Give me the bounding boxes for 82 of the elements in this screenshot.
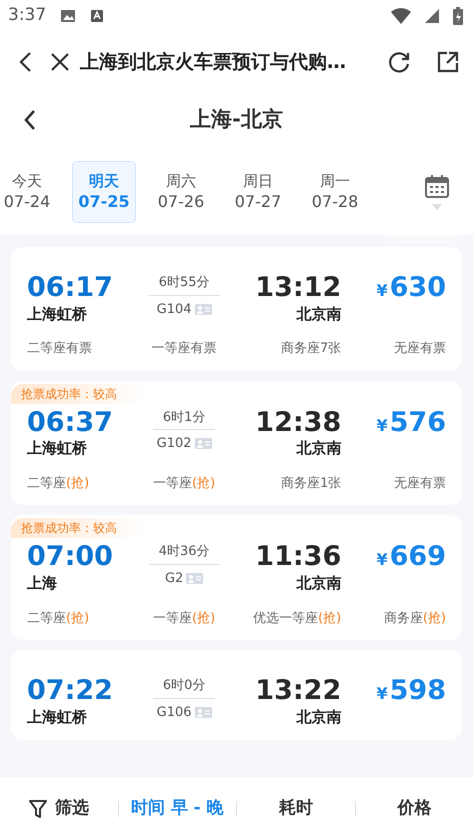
departure-time: 06:17 (27, 273, 114, 303)
date-tab[interactable]: 周一 07-28 (303, 160, 367, 222)
train-number: G106 (156, 704, 192, 722)
arrival-station: 北京南 (295, 706, 342, 728)
back-icon (24, 109, 36, 131)
refresh-icon (387, 50, 411, 74)
seat-availability: 一等座(抢) (153, 474, 216, 493)
departure-time: 07:00 (27, 542, 114, 572)
departure-time: 06:37 (27, 408, 114, 438)
refresh-button[interactable] (387, 50, 411, 74)
departure-station: 上海虹桥 (27, 438, 88, 460)
battery-icon (453, 7, 463, 25)
ticket-price: 630 (390, 273, 446, 303)
train-number: G104 (156, 300, 192, 318)
id-card-icon (194, 438, 212, 450)
caret-icon (432, 204, 442, 210)
seat-availability: 优选一等座(抢) (253, 610, 342, 628)
share-button[interactable] (437, 51, 459, 73)
train-number: G2 (164, 570, 184, 588)
back-button[interactable] (18, 51, 32, 73)
ticket-price: 576 (390, 408, 446, 438)
back-icon (18, 51, 32, 73)
arrival-station: 北京南 (295, 573, 342, 594)
train-card[interactable]: 07:22 上海虹桥 6时0分 G106 13:22 北京南 ¥598 (11, 650, 462, 740)
duration: 6时55分 (148, 273, 220, 296)
sort-tab[interactable]: 价格 (356, 794, 473, 822)
close-button[interactable] (50, 52, 70, 72)
arrival-station: 北京南 (295, 304, 342, 325)
arrival-time: 12:38 (255, 408, 342, 438)
seat-availability: 无座有票 (394, 474, 446, 493)
duration: 4时36分 (148, 542, 220, 565)
seat-availability: 二等座(抢) (27, 474, 90, 493)
currency-symbol: ¥ (376, 549, 388, 572)
duration: 6时1分 (152, 408, 216, 430)
image-icon (60, 8, 76, 24)
external-link-icon (437, 51, 459, 73)
seat-availability: 一等座有票 (152, 340, 217, 358)
ticket-price: 598 (390, 676, 446, 706)
departure-station: 上海虹桥 (27, 304, 88, 325)
wifi-icon (391, 8, 411, 24)
id-card-icon (194, 304, 212, 315)
clock-time: 3:37 (8, 4, 46, 28)
ticket-price: 669 (390, 542, 446, 572)
seat-availability: 商务座(抢) (384, 610, 446, 628)
date-tab[interactable]: 周日 07-27 (226, 160, 290, 222)
route-title: 上海-北京 (189, 106, 284, 134)
date-tab[interactable]: 今天 07-24 (2, 160, 52, 222)
departure-station: 上海虹桥 (27, 706, 88, 728)
seat-availability: 商务座7张 (280, 340, 342, 358)
train-card[interactable]: 抢票成功率：较高 06:37 上海虹桥 6时1分 G102 12:38 北京南 ¥576 二等座(抢) 一等座(抢) 商务座1张 无座有票 (11, 380, 462, 506)
train-card[interactable]: 抢票成功率：较高 07:00 上海 4时36分 G2 11:36 北京南 ¥669 二等座(抢) 一等座(抢) 优选一等座(抢) 商务座(抢) (11, 515, 462, 640)
seat-availability: 无座有票 (394, 340, 446, 358)
arrival-time: 11:36 (255, 542, 342, 572)
filter-button[interactable]: 筛选 (0, 794, 118, 822)
sort-tab[interactable]: 时间 早 - 晚 (118, 794, 236, 822)
seat-availability: 二等座有票 (27, 340, 92, 358)
calendar-button[interactable] (425, 174, 449, 198)
back-button[interactable] (24, 109, 36, 131)
departure-time: 07:22 (27, 676, 114, 706)
currency-symbol: ¥ (376, 280, 388, 302)
seat-availability: 一等座(抢) (153, 610, 216, 628)
id-card-icon (186, 573, 204, 584)
seat-availability: 商务座1张 (280, 474, 342, 493)
duration: 6时0分 (152, 676, 216, 699)
arrival-time: 13:12 (255, 273, 342, 303)
keyboard-icon (90, 8, 104, 24)
currency-symbol: ¥ (376, 414, 388, 437)
arrival-station: 北京南 (295, 438, 342, 460)
currency-symbol: ¥ (376, 683, 388, 706)
sort-tab[interactable]: 耗时 (237, 794, 354, 822)
train-card[interactable]: 06:17 上海虹桥 6时55分 G104 13:12 北京南 ¥630 二等座有票 一等座有票 商务座7张 无座有票 (11, 247, 462, 371)
id-card-icon (194, 706, 212, 718)
seat-availability: 二等座(抢) (27, 610, 90, 628)
filter-icon (28, 798, 47, 818)
calendar-icon (425, 174, 449, 198)
signal-icon (425, 9, 439, 23)
page-title: 上海到北京火车票预订与代购… (80, 50, 347, 75)
train-number: G102 (156, 435, 192, 454)
departure-station: 上海 (27, 573, 58, 594)
close-icon (50, 52, 70, 72)
arrival-time: 13:22 (255, 676, 342, 706)
date-tab[interactable]: 周六 07-26 (149, 160, 213, 222)
